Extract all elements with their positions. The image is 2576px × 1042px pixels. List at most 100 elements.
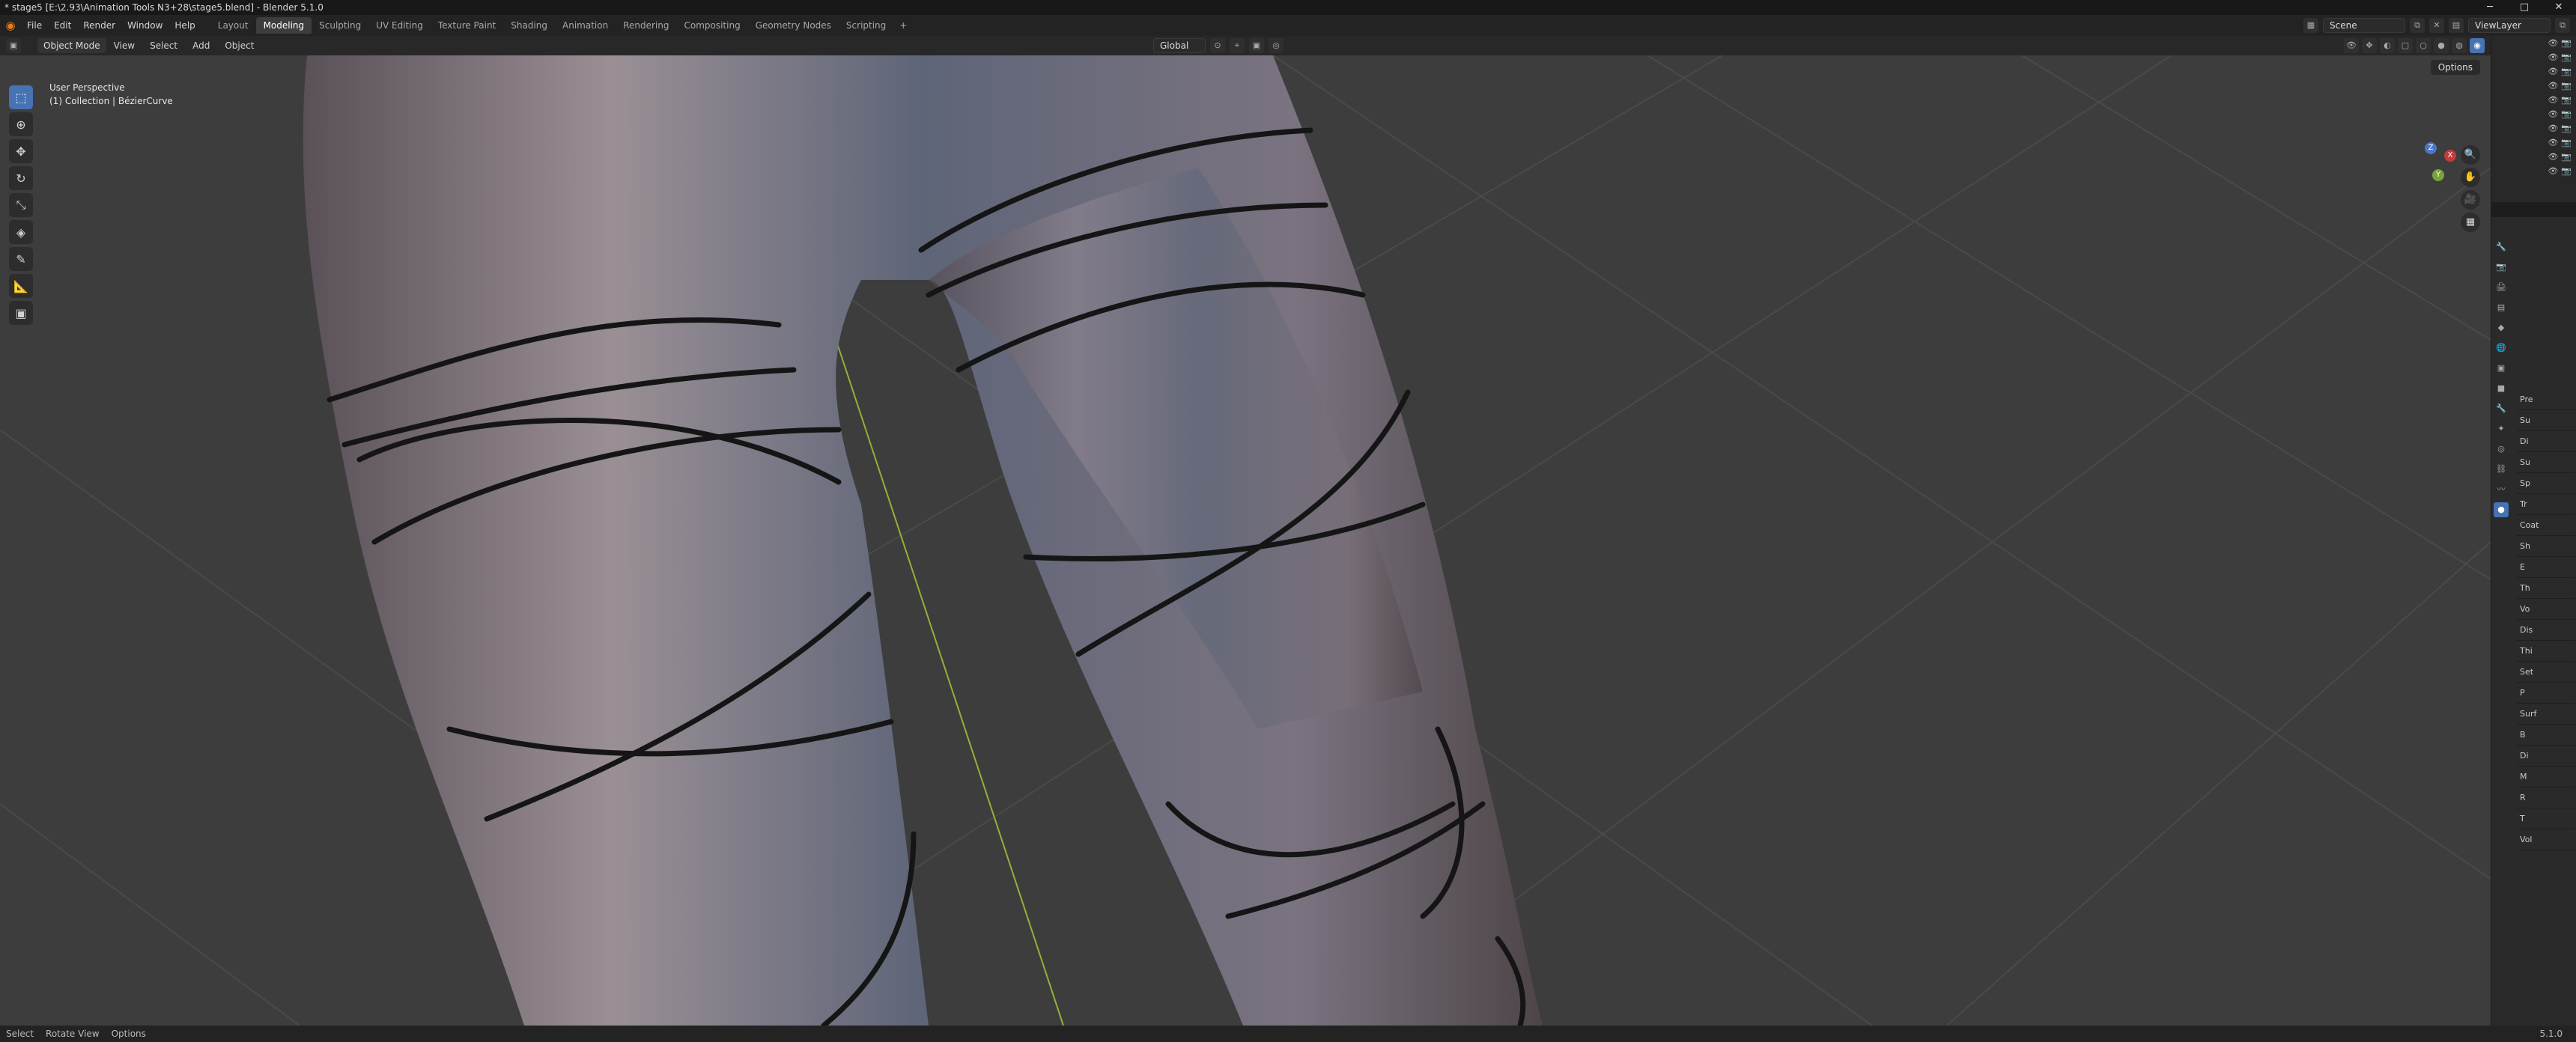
gizmo-x-icon[interactable]: X bbox=[2444, 150, 2456, 162]
view-menu[interactable]: View bbox=[106, 40, 142, 51]
transform-tool-icon[interactable]: ◈ bbox=[9, 220, 33, 244]
tab-texture-paint[interactable]: Texture Paint bbox=[431, 17, 503, 34]
camera-icon[interactable]: 📷 bbox=[2561, 52, 2572, 62]
visibility-icon[interactable]: 👁 bbox=[2344, 38, 2359, 53]
outliner-row[interactable]: 👁 📷 bbox=[2491, 79, 2576, 93]
tab-sculpting[interactable]: Sculpting bbox=[312, 17, 368, 34]
eye-icon[interactable]: 👁 bbox=[2548, 109, 2558, 119]
eye-icon[interactable]: 👁 bbox=[2548, 138, 2558, 147]
outliner-row[interactable]: 👁 📷 bbox=[2491, 150, 2576, 164]
move-tool-icon[interactable]: ✥ bbox=[9, 139, 33, 163]
panel-section[interactable]: Su bbox=[2517, 410, 2575, 431]
scene-field[interactable]: Scene bbox=[2323, 18, 2405, 33]
panel-section[interactable]: R bbox=[2517, 787, 2575, 808]
panel-section[interactable]: Set bbox=[2517, 662, 2575, 683]
eye-icon[interactable]: 👁 bbox=[2548, 124, 2558, 133]
outliner-row[interactable]: 👁 📷 bbox=[2491, 50, 2576, 64]
panel-section[interactable]: P bbox=[2517, 683, 2575, 704]
panel-section[interactable]: Tr bbox=[2517, 494, 2575, 515]
proportional-edit-icon[interactable]: ◎ bbox=[1269, 38, 1284, 53]
menu-file[interactable]: File bbox=[21, 15, 48, 36]
options-dropdown[interactable]: Options bbox=[2430, 60, 2480, 75]
camera-icon[interactable]: 📷 bbox=[2561, 166, 2572, 176]
material-tab-icon[interactable]: ● bbox=[2494, 502, 2509, 517]
menu-edit[interactable]: Edit bbox=[48, 15, 77, 36]
panel-section[interactable]: Su bbox=[2517, 452, 2575, 473]
view-layer-icon[interactable]: ▤ bbox=[2449, 18, 2464, 33]
menu-window[interactable]: Window bbox=[121, 15, 168, 36]
tab-rendering[interactable]: Rendering bbox=[616, 17, 676, 34]
tab-modeling[interactable]: Modeling bbox=[255, 17, 312, 34]
particles-tab-icon[interactable]: ✦ bbox=[2494, 421, 2509, 436]
tab-layout[interactable]: Layout bbox=[210, 17, 256, 34]
constraints-tab-icon[interactable]: ⛓ bbox=[2494, 462, 2509, 477]
gizmo-y-icon[interactable]: Y bbox=[2432, 169, 2444, 181]
camera-icon[interactable]: 📷 bbox=[2561, 124, 2572, 133]
tab-compositing[interactable]: Compositing bbox=[676, 17, 747, 34]
panel-section[interactable]: Di bbox=[2517, 431, 2575, 452]
panel-section[interactable]: M bbox=[2517, 767, 2575, 787]
snap-icon[interactable]: ⌖ bbox=[1230, 38, 1245, 53]
eye-icon[interactable]: 👁 bbox=[2548, 166, 2558, 176]
world-tab-icon[interactable]: 🌐 bbox=[2494, 341, 2509, 356]
transform-orientation-dropdown[interactable]: Global bbox=[1153, 38, 1206, 53]
camera-icon[interactable]: 📷 bbox=[2561, 38, 2572, 48]
outliner-row[interactable]: 👁 📷 bbox=[2491, 135, 2576, 150]
panel-section[interactable]: B bbox=[2517, 725, 2575, 746]
data-tab-icon[interactable]: 〰 bbox=[2494, 482, 2509, 497]
panel-section[interactable]: Vo bbox=[2517, 599, 2575, 620]
tool-tab-icon[interactable]: 🔧 bbox=[2494, 240, 2509, 255]
gizmo-toggle-icon[interactable]: ✥ bbox=[2362, 38, 2377, 53]
pivot-point-icon[interactable]: ⊙ bbox=[1210, 38, 1225, 53]
tab-scripting[interactable]: Scripting bbox=[839, 17, 893, 34]
camera-icon[interactable]: 📷 bbox=[2561, 152, 2572, 162]
tab-uv-editing[interactable]: UV Editing bbox=[368, 17, 431, 34]
minimize-button[interactable]: ─ bbox=[2473, 0, 2507, 15]
menu-render[interactable]: Render bbox=[77, 15, 121, 36]
menu-help[interactable]: Help bbox=[168, 15, 201, 36]
outliner-row[interactable]: 👁 📷 bbox=[2491, 36, 2576, 50]
3d-viewport[interactable]: User Perspective (1) Collection | Bézier… bbox=[0, 55, 2491, 1026]
editor-type-icon[interactable]: ▣ bbox=[6, 38, 21, 53]
outliner-row[interactable]: 👁 📷 bbox=[2491, 121, 2576, 135]
panel-section[interactable]: Sh bbox=[2517, 536, 2575, 557]
outliner-row[interactable]: 👁 📷 bbox=[2491, 64, 2576, 79]
camera-icon[interactable]: 📷 bbox=[2561, 81, 2572, 91]
eye-icon[interactable]: 👁 bbox=[2548, 152, 2558, 162]
panel-section[interactable]: Coat bbox=[2517, 515, 2575, 536]
outliner-row[interactable]: 👁 📷 bbox=[2491, 93, 2576, 107]
eye-icon[interactable]: 👁 bbox=[2548, 95, 2558, 105]
blender-logo-icon[interactable]: ◉ bbox=[0, 15, 21, 36]
outliner-row[interactable]: 👁 📷 bbox=[2491, 107, 2576, 121]
view-layer-field[interactable]: ViewLayer bbox=[2468, 18, 2551, 33]
wireframe-shading-icon[interactable]: ○ bbox=[2416, 38, 2431, 53]
gizmo-z-icon[interactable]: Z bbox=[2425, 142, 2437, 154]
close-button[interactable]: ✕ bbox=[2542, 0, 2576, 15]
annotate-tool-icon[interactable]: ✎ bbox=[9, 247, 33, 271]
physics-tab-icon[interactable]: ◎ bbox=[2494, 442, 2509, 457]
view-layer-tab-icon[interactable]: ▤ bbox=[2494, 300, 2509, 315]
add-cube-tool-icon[interactable]: ▣ bbox=[9, 301, 33, 325]
select-menu[interactable]: Select bbox=[142, 40, 185, 51]
object-menu[interactable]: Object bbox=[217, 40, 261, 51]
rendered-shading-icon[interactable]: ◉ bbox=[2470, 38, 2485, 53]
zoom-view-icon[interactable]: 🔍 bbox=[2461, 145, 2480, 165]
panel-section[interactable]: Di bbox=[2517, 746, 2575, 767]
scene-tab-icon[interactable]: ◆ bbox=[2494, 320, 2509, 335]
maximize-button[interactable]: □ bbox=[2507, 0, 2542, 15]
panel-section[interactable]: Sp bbox=[2517, 473, 2575, 494]
scale-tool-icon[interactable]: ⤡ bbox=[9, 193, 33, 217]
xray-icon[interactable]: ▢ bbox=[2398, 38, 2413, 53]
object-tab-icon[interactable]: ■ bbox=[2494, 381, 2509, 396]
output-tab-icon[interactable]: 🖨 bbox=[2494, 280, 2509, 295]
tab-animation[interactable]: Animation bbox=[555, 17, 616, 34]
snap-target-icon[interactable]: ▣ bbox=[1249, 38, 1264, 53]
panel-section[interactable]: T bbox=[2517, 808, 2575, 829]
eye-icon[interactable]: 👁 bbox=[2548, 81, 2558, 91]
scene-icon[interactable]: ▦ bbox=[2303, 18, 2318, 33]
modifier-tab-icon[interactable]: 🔧 bbox=[2494, 401, 2509, 416]
panel-section[interactable]: Pre bbox=[2517, 389, 2575, 410]
material-shading-icon[interactable]: ◍ bbox=[2452, 38, 2467, 53]
panel-section[interactable]: Surf bbox=[2517, 704, 2575, 725]
pan-view-icon[interactable]: ✋ bbox=[2461, 168, 2480, 187]
